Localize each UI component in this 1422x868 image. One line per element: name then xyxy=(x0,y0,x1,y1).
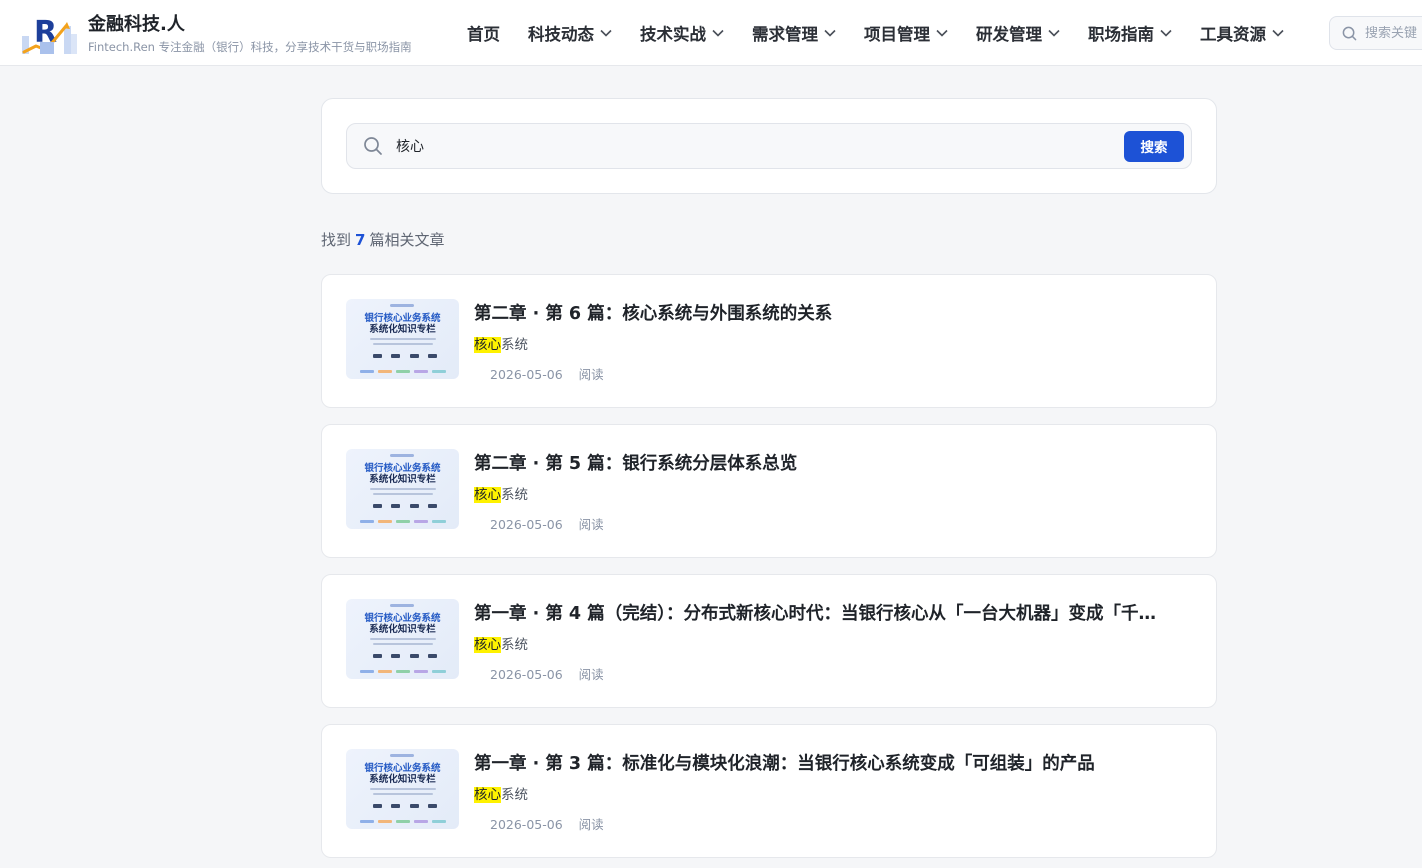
article-read-count: 阅读 xyxy=(578,817,604,832)
tag-highlight: 核心 xyxy=(474,337,501,353)
article-tag[interactable]: 核心系统 xyxy=(474,636,528,654)
article-tag[interactable]: 核心系统 xyxy=(474,486,528,504)
article-meta: 2026-05-06 阅读 xyxy=(490,667,604,683)
tag-rest: 系统 xyxy=(501,487,528,503)
article-thumbnail[interactable]: 银行核心业务系统 系统化知识专栏 xyxy=(346,599,459,679)
search-input[interactable] xyxy=(396,138,1124,154)
article-date: 2026-05-06 xyxy=(490,817,563,832)
nav-item-label: 项目管理 xyxy=(864,25,930,44)
nav-item-label: 研发管理 xyxy=(976,25,1042,44)
main-nav: 首页 科技动态 技术实战 需求管理 项目管理 研发管理 职场指南 工具资源 xyxy=(467,0,1312,66)
nav-item-rd-mgmt[interactable]: 研发管理 xyxy=(976,21,1060,45)
top-header: R 金融科技.人 Fintech.Ren 专注金融（银行）科技，分享技术干货与职… xyxy=(0,0,1422,66)
article-meta: 2026-05-06 阅读 xyxy=(490,367,604,383)
search-button[interactable]: 搜索 xyxy=(1124,130,1184,162)
search-box[interactable]: 搜索 xyxy=(346,123,1192,169)
article-thumbnail[interactable]: 银行核心业务系统 系统化知识专栏 xyxy=(346,749,459,829)
thumbnail-subtitle: 系统化知识专栏 xyxy=(369,474,436,485)
chevron-down-icon xyxy=(824,29,836,37)
article-date: 2026-05-06 xyxy=(490,367,563,382)
article-title[interactable]: 第一章 · 第 4 篇（完结）：分布式新核心时代：当银行核心从「一台大机器」变成… xyxy=(474,601,1194,627)
article-read-count: 阅读 xyxy=(578,517,604,532)
article-card[interactable]: 银行核心业务系统 系统化知识专栏 第二章 · 第 6 篇：核心系统与外围系统的关… xyxy=(321,274,1217,408)
tag-rest: 系统 xyxy=(501,337,528,353)
article-read-count: 阅读 xyxy=(578,667,604,682)
nav-item-label: 工具资源 xyxy=(1200,25,1266,44)
article-tag[interactable]: 核心系统 xyxy=(474,786,528,804)
thumbnail-subtitle: 系统化知识专栏 xyxy=(369,624,436,635)
article-read-count: 阅读 xyxy=(578,367,604,382)
nav-item-label: 科技动态 xyxy=(528,25,594,44)
nav-item-label: 职场指南 xyxy=(1088,25,1154,44)
header-search[interactable] xyxy=(1329,16,1422,50)
nav-item-label: 技术实战 xyxy=(640,25,706,44)
thumbnail-title: 银行核心业务系统 xyxy=(364,613,441,624)
article-title[interactable]: 第二章 · 第 6 篇：核心系统与外围系统的关系 xyxy=(474,301,1194,327)
search-panel: 搜索 xyxy=(321,98,1217,194)
nav-item-tech-news[interactable]: 科技动态 xyxy=(528,21,612,45)
chevron-down-icon xyxy=(600,29,612,37)
article-card[interactable]: 银行核心业务系统 系统化知识专栏 第一章 · 第 4 篇（完结）：分布式新核心时… xyxy=(321,574,1217,708)
thumbnail-subtitle: 系统化知识专栏 xyxy=(369,774,436,785)
result-number: 7 xyxy=(355,231,366,249)
site-title: 金融科技.人 xyxy=(88,13,185,35)
article-meta: 2026-05-06 阅读 xyxy=(490,817,604,833)
article-thumbnail[interactable]: 银行核心业务系统 系统化知识专栏 xyxy=(346,299,459,379)
result-count: 找到 7 篇相关文章 xyxy=(321,229,444,250)
chevron-down-icon xyxy=(1272,29,1284,37)
site-subtitle: Fintech.Ren 专注金融（银行）科技，分享技术干货与职场指南 xyxy=(88,39,412,54)
nav-item-requirements[interactable]: 需求管理 xyxy=(752,21,836,45)
article-title[interactable]: 第一章 · 第 3 篇：标准化与模块化浪潮：当银行核心系统变成「可组装」的产品 xyxy=(474,751,1194,777)
search-icon xyxy=(1342,26,1357,40)
nav-item-project-mgmt[interactable]: 项目管理 xyxy=(864,21,948,45)
nav-item-label: 首页 xyxy=(467,25,500,44)
thumbnail-title: 银行核心业务系统 xyxy=(364,763,441,774)
article-thumbnail[interactable]: 银行核心业务系统 系统化知识专栏 xyxy=(346,449,459,529)
article-date: 2026-05-06 xyxy=(490,517,563,532)
tag-rest: 系统 xyxy=(501,637,528,653)
tag-highlight: 核心 xyxy=(474,487,501,503)
thumbnail-title: 银行核心业务系统 xyxy=(364,313,441,324)
tag-highlight: 核心 xyxy=(474,787,501,803)
tag-rest: 系统 xyxy=(501,787,528,803)
nav-item-label: 需求管理 xyxy=(752,25,818,44)
article-title[interactable]: 第二章 · 第 5 篇：银行系统分层体系总览 xyxy=(474,451,1194,477)
nav-item-career[interactable]: 职场指南 xyxy=(1088,21,1172,45)
header-search-input[interactable] xyxy=(1365,25,1422,41)
fintech-ren-logo-icon: R xyxy=(20,12,78,56)
nav-item-tech-practice[interactable]: 技术实战 xyxy=(640,21,724,45)
search-icon xyxy=(364,137,382,155)
article-date: 2026-05-06 xyxy=(490,667,563,682)
brand[interactable]: R 金融科技.人 Fintech.Ren 专注金融（银行）科技，分享技术干货与职… xyxy=(20,12,412,56)
thumbnail-title: 银行核心业务系统 xyxy=(364,463,441,474)
nav-item-home[interactable]: 首页 xyxy=(467,21,500,45)
article-tag[interactable]: 核心系统 xyxy=(474,336,528,354)
article-card[interactable]: 银行核心业务系统 系统化知识专栏 第一章 · 第 3 篇：标准化与模块化浪潮：当… xyxy=(321,724,1217,858)
chevron-down-icon xyxy=(1048,29,1060,37)
nav-item-tools[interactable]: 工具资源 xyxy=(1200,21,1284,45)
article-meta: 2026-05-06 阅读 xyxy=(490,517,604,533)
thumbnail-subtitle: 系统化知识专栏 xyxy=(369,324,436,335)
result-suffix: 篇相关文章 xyxy=(369,231,445,249)
result-prefix: 找到 xyxy=(321,231,352,249)
tag-highlight: 核心 xyxy=(474,637,501,653)
chevron-down-icon xyxy=(936,29,948,37)
chevron-down-icon xyxy=(712,29,724,37)
article-card[interactable]: 银行核心业务系统 系统化知识专栏 第二章 · 第 5 篇：银行系统分层体系总览 … xyxy=(321,424,1217,558)
chevron-down-icon xyxy=(1160,29,1172,37)
